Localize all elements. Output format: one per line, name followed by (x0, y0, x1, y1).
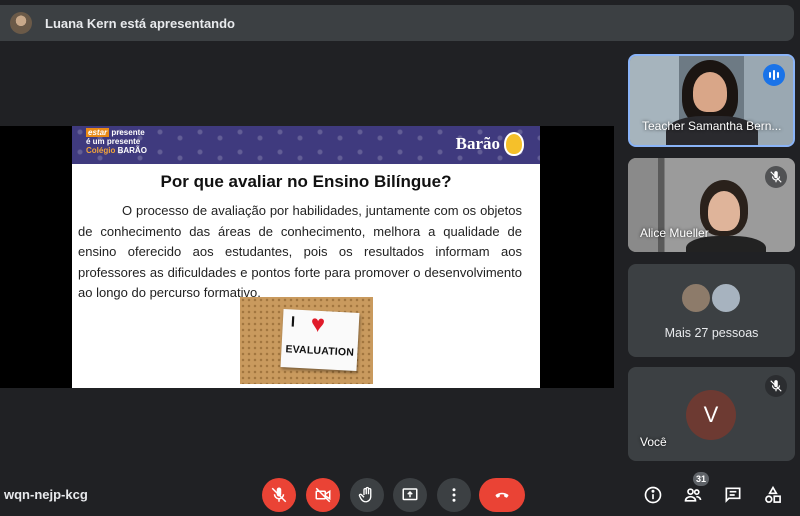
presenting-text: Luana Kern está apresentando (45, 15, 235, 31)
slide-logo-right: Barão (456, 132, 524, 156)
present-screen-button[interactable] (393, 478, 427, 512)
participant-name: Teacher Samantha Bern... (642, 119, 782, 133)
participant-count-badge: 31 (693, 472, 710, 486)
speaking-indicator-icon (763, 64, 785, 86)
presenting-banner: Luana Kern está apresentando (0, 5, 794, 41)
activities-button[interactable] (762, 484, 784, 506)
participant-avatars (680, 282, 742, 314)
more-participants-label: Mais 27 pessoas (664, 326, 759, 340)
camera-off-icon (315, 487, 331, 503)
slide-body-text: O processo de avaliação por habilidades,… (78, 203, 522, 301)
people-icon (684, 488, 702, 502)
self-tile[interactable]: V Você (628, 367, 795, 461)
presentation-stage: estar presente é um presente Colégio BAR… (0, 126, 614, 388)
chat-button[interactable] (722, 484, 744, 506)
self-avatar: V (686, 390, 736, 440)
present-icon (402, 488, 418, 501)
slide-logo-left: estar presente é um presente Colégio BAR… (86, 128, 147, 155)
call-end-icon (495, 492, 509, 498)
slide: estar presente é um presente Colégio BAR… (72, 126, 540, 388)
participant-name: Alice Mueller (640, 226, 709, 240)
chat-icon (725, 487, 741, 503)
participant-tile-speaker[interactable]: Teacher Samantha Bern... (628, 54, 795, 147)
activities-icon (765, 485, 781, 503)
slide-image-corkboard: I ♥ EVALUATION (240, 297, 373, 384)
meeting-code: wqn-nejp-kcg (4, 487, 88, 502)
more-vert-icon (452, 488, 456, 502)
slide-header: estar presente é um presente Colégio BAR… (72, 126, 540, 164)
participant-tile[interactable]: Alice Mueller (628, 158, 795, 252)
note-card: I ♥ EVALUATION (280, 309, 360, 371)
avatar (680, 282, 712, 314)
hand-icon (358, 486, 372, 503)
presenter-avatar (10, 12, 32, 34)
school-emblem-icon (504, 132, 524, 156)
more-options-button[interactable] (437, 478, 471, 512)
mic-off-icon (765, 375, 787, 397)
raise-hand-button[interactable] (350, 478, 384, 512)
more-participants-tile[interactable]: Mais 27 pessoas (628, 264, 795, 357)
meeting-details-button[interactable] (642, 484, 664, 506)
mic-toggle-button[interactable] (262, 478, 296, 512)
leave-call-button[interactable] (479, 478, 525, 512)
avatar (710, 282, 742, 314)
mic-off-icon (271, 487, 287, 503)
heart-icon: ♥ (310, 310, 326, 339)
camera-toggle-button[interactable] (306, 478, 340, 512)
info-icon (644, 486, 662, 504)
people-button[interactable] (682, 484, 704, 506)
slide-title: Por que avaliar no Ensino Bilíngue? (160, 172, 452, 191)
self-name: Você (640, 435, 667, 449)
mic-off-icon (765, 166, 787, 188)
